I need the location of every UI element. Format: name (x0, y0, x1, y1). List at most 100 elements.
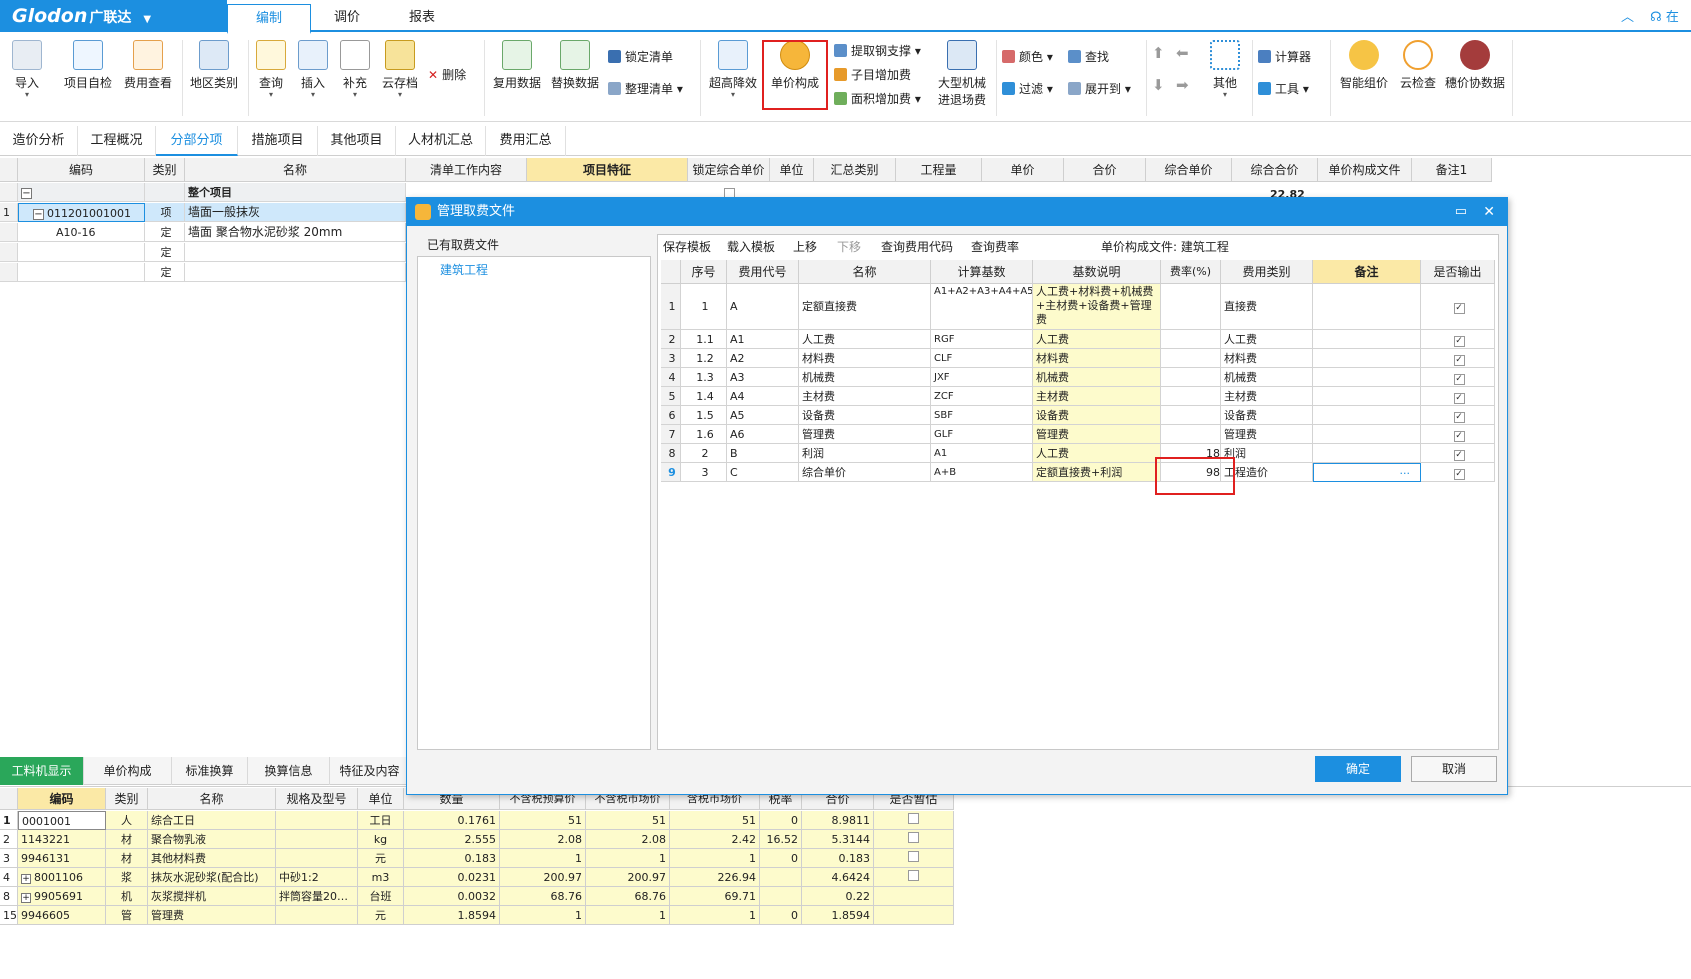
query-fee-rate-button[interactable]: 查询费率 (971, 236, 1019, 258)
cloud-archive-button[interactable]: 云存档 ▾ (378, 40, 422, 99)
output-cell[interactable]: ✓ (1421, 284, 1495, 330)
lm-name-cell[interactable]: 管理费 (148, 906, 276, 925)
file-item-building[interactable]: 建筑工程 (440, 261, 488, 278)
find-button[interactable]: 查找 (1068, 48, 1109, 66)
lm-qty-cell[interactable]: 0.1761 (404, 811, 500, 830)
fee-code-cell[interactable]: C (727, 463, 799, 482)
lm-prov-cell[interactable] (874, 887, 954, 906)
fee-name-cell[interactable]: 设备费 (799, 406, 931, 425)
lm-prov-cell[interactable] (874, 811, 954, 830)
fee-desc-cell[interactable]: 人工费 (1033, 330, 1161, 349)
lm-tax-cell[interactable]: 16.52 (760, 830, 802, 849)
col-header-work-content[interactable]: 清单工作内容 (406, 158, 527, 182)
col-header-name[interactable]: 名称 (799, 260, 931, 284)
remark-cell[interactable] (1313, 284, 1421, 330)
lm-qty-cell[interactable]: 2.555 (404, 830, 500, 849)
tab-measure-items[interactable]: 措施项目 (238, 126, 318, 156)
remark-cell[interactable] (1313, 444, 1421, 463)
remark-cell[interactable] (1313, 330, 1421, 349)
fee-desc-cell[interactable]: 人工费+材料费+机械费+主材费+设备费+管理费 (1033, 284, 1161, 330)
lm-total-cell[interactable]: 0.22 (802, 887, 874, 906)
col-header-base[interactable]: 计算基数 (931, 260, 1033, 284)
lm-unit-cell[interactable]: 元 (358, 849, 404, 868)
lm-tax-cell[interactable] (760, 868, 802, 887)
row-code[interactable] (18, 263, 145, 282)
lm-p3-cell[interactable]: 226.94 (670, 868, 760, 887)
col-header-quantity[interactable]: 工程量 (896, 158, 982, 182)
fee-desc-cell[interactable]: 机械费 (1033, 368, 1161, 387)
move-left-icon[interactable]: ⬅ (1176, 44, 1189, 62)
lm-p2-cell[interactable]: 51 (586, 811, 670, 830)
output-checkbox[interactable]: ✓ (1453, 303, 1465, 314)
menu-tab-reports[interactable]: 报表 (380, 4, 464, 32)
row-name[interactable]: 墙面一般抹灰 (185, 203, 406, 222)
lm-total-cell[interactable]: 1.8594 (802, 906, 874, 925)
output-checkbox[interactable]: ✓ (1453, 393, 1465, 404)
fee-rate-cell[interactable] (1161, 368, 1221, 387)
lm-p3-cell[interactable]: 2.42 (670, 830, 760, 849)
lm-spec-cell[interactable]: 拌筒容量20… (276, 887, 358, 906)
fee-code-cell[interactable]: A6 (727, 425, 799, 444)
lm-p2-cell[interactable]: 1 (586, 849, 670, 868)
fee-seq-cell[interactable]: 1 (681, 284, 727, 330)
query-fee-code-button[interactable]: 查询费用代码 (881, 236, 953, 258)
supplement-button[interactable]: 补充 ▾ (336, 40, 374, 99)
lm-total-cell[interactable]: 4.6424 (802, 868, 874, 887)
lm-qty-cell[interactable]: 0.0032 (404, 887, 500, 906)
row-name[interactable]: 整个项目 (185, 183, 406, 202)
fee-base-cell[interactable]: GLF (931, 425, 1033, 444)
lm-type-cell[interactable]: 机 (106, 887, 148, 906)
col-header-remark[interactable]: 备注 (1313, 260, 1421, 284)
output-checkbox[interactable]: ✓ (1453, 469, 1465, 480)
fee-code-cell[interactable]: A4 (727, 387, 799, 406)
output-checkbox[interactable]: ✓ (1453, 336, 1465, 347)
sub-item-surcharge-button[interactable]: 子目增加费 (834, 66, 911, 84)
expand-icon[interactable]: + (21, 874, 31, 884)
cloud-check-button[interactable]: 云检查 (1394, 40, 1442, 91)
lm-qty-cell[interactable]: 1.8594 (404, 906, 500, 925)
fee-rate-cell[interactable] (1161, 406, 1221, 425)
lm-p3-cell[interactable]: 69.71 (670, 887, 760, 906)
remark-cell[interactable]: ··· (1313, 463, 1421, 482)
reuse-data-button[interactable]: 复用数据 (490, 40, 544, 91)
load-template-button[interactable]: 载入模板 (727, 236, 775, 258)
lm-code-cell[interactable]: +8001106 (18, 868, 106, 887)
lm-code-cell[interactable]: 0001001 (18, 811, 106, 830)
insert-button[interactable]: 插入 ▾ (294, 40, 332, 99)
app-logo[interactable]: Glodon 广联达 ▼ (0, 0, 227, 32)
organize-list-button[interactable]: 整理清单 ▾ (608, 80, 683, 98)
query-button[interactable]: 查询 ▾ (252, 40, 290, 99)
expand-icon[interactable]: + (21, 893, 31, 903)
calculator-button[interactable]: 计算器 (1258, 48, 1311, 66)
output-checkbox[interactable]: ✓ (1453, 374, 1465, 385)
col-header-code[interactable]: 编码 (18, 158, 145, 182)
lm-spec-cell[interactable]: 中砂1:2 (276, 868, 358, 887)
remark-cell[interactable] (1313, 368, 1421, 387)
fee-rate-cell[interactable] (1161, 425, 1221, 444)
ellipsis-button[interactable]: ··· (1400, 467, 1411, 480)
remark-cell[interactable] (1313, 425, 1421, 444)
lm-code-cell[interactable]: 1143221 (18, 830, 106, 849)
row-name[interactable] (185, 243, 406, 262)
delete-button[interactable]: ✕ 删除 (428, 66, 466, 84)
fee-code-cell[interactable]: B (727, 444, 799, 463)
filter-button[interactable]: 过滤 ▾ (1002, 80, 1053, 98)
smart-pricing-button[interactable]: 智能组价 (1336, 40, 1392, 91)
fee-name-cell[interactable]: 利润 (799, 444, 931, 463)
lock-list-button[interactable]: 锁定清单 (608, 48, 673, 66)
col-header-type[interactable]: 类别 (145, 158, 185, 182)
lm-tax-cell[interactable]: 0 (760, 849, 802, 868)
col-header-composite-unit-price[interactable]: 综合单价 (1146, 158, 1232, 182)
lm-unit-cell[interactable]: 工日 (358, 811, 404, 830)
lm-p1-cell[interactable]: 2.08 (500, 830, 586, 849)
row-name[interactable] (185, 263, 406, 282)
fee-base-cell[interactable]: A1 (931, 444, 1033, 463)
lm-name-cell[interactable]: 聚合物乳液 (148, 830, 276, 849)
lm-spec-cell[interactable] (276, 849, 358, 868)
fee-base-cell[interactable]: JXF (931, 368, 1033, 387)
lm-total-cell[interactable]: 0.183 (802, 849, 874, 868)
menu-tab-adjust-price[interactable]: 调价 (305, 4, 389, 32)
fee-name-cell[interactable]: 人工费 (799, 330, 931, 349)
fee-name-cell[interactable]: 综合单价 (799, 463, 931, 482)
tab-sub-items[interactable]: 分部分项 (156, 126, 238, 156)
